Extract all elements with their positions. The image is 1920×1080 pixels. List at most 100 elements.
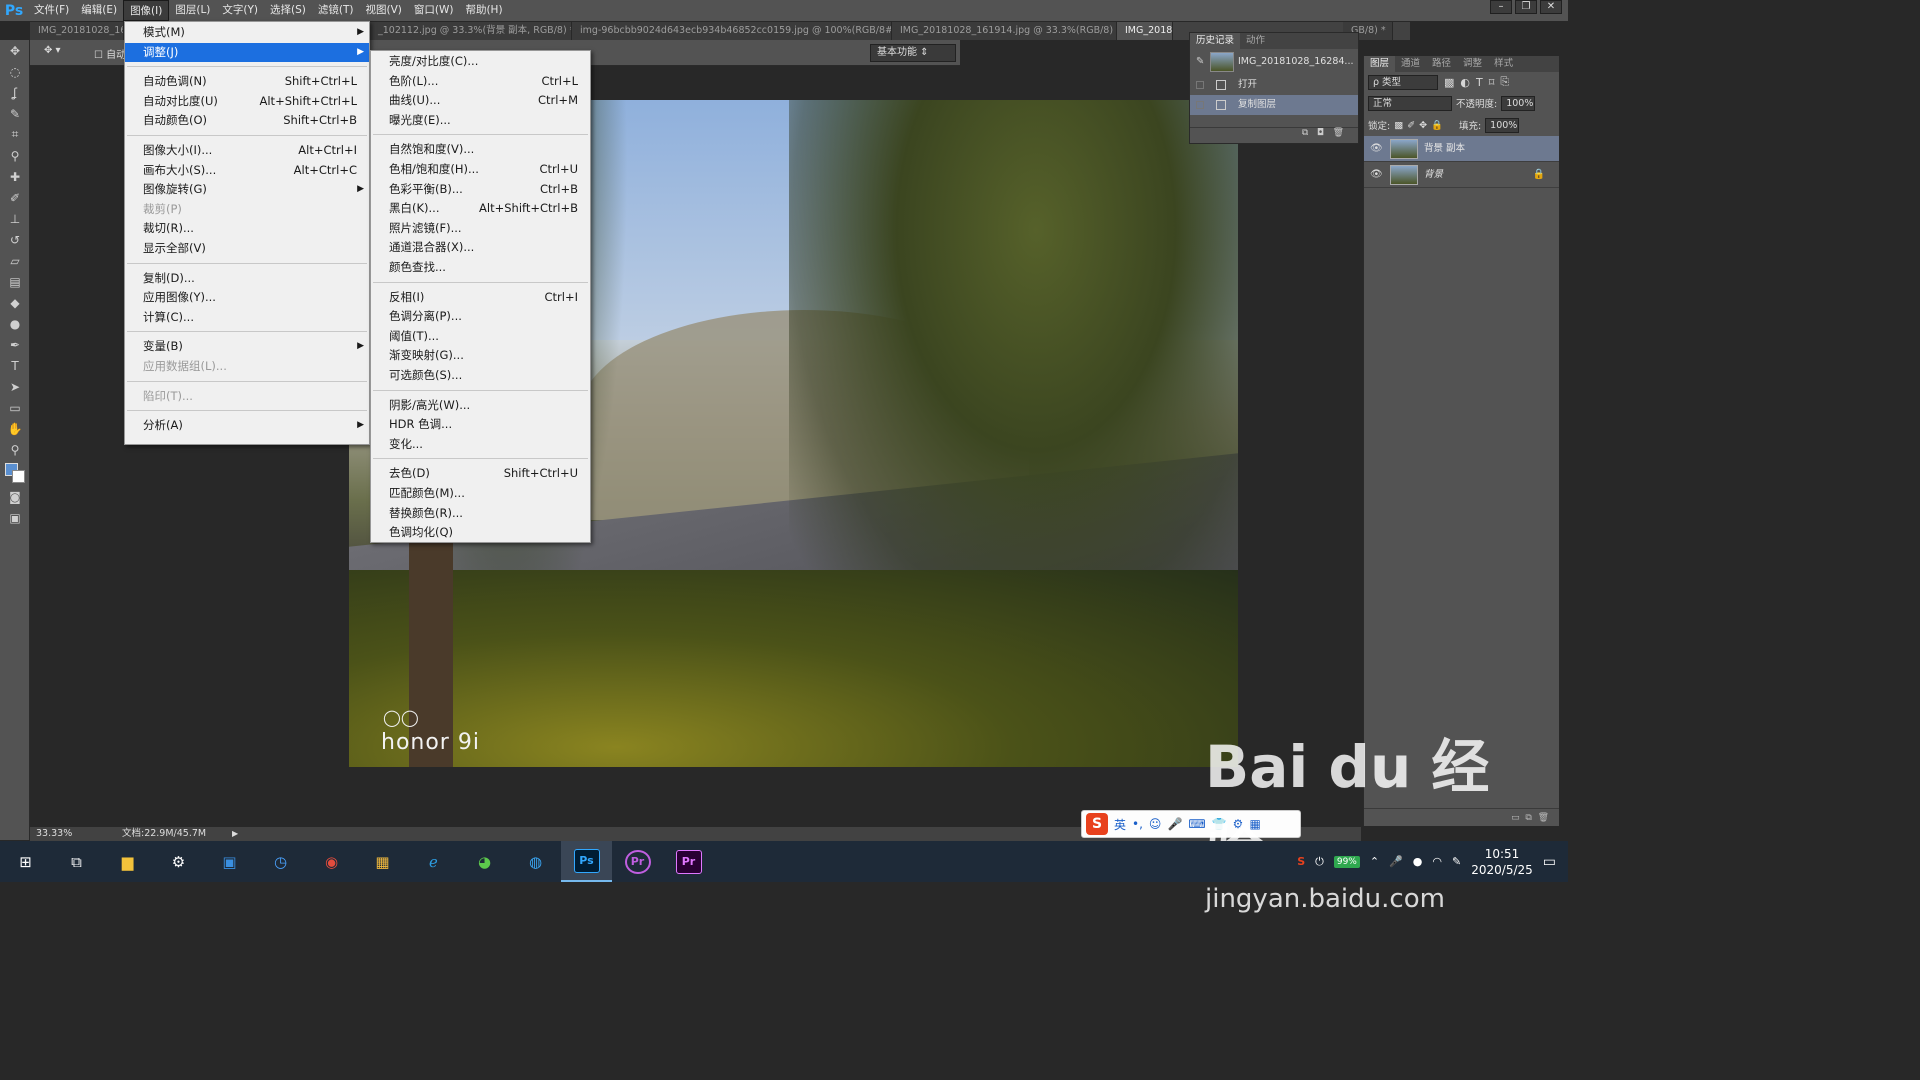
windows-start-icon[interactable]: ⊞ — [0, 841, 51, 882]
dodge-tool-icon[interactable]: ● — [0, 313, 30, 334]
filter-smart-icon[interactable]: ⎘ — [1500, 75, 1509, 89]
shape-tool-icon[interactable]: ▭ — [0, 397, 30, 418]
wechat-icon[interactable]: ◕ — [459, 841, 510, 882]
tab-history[interactable]: 历史记录 — [1190, 33, 1241, 49]
power-plug-icon[interactable]: ⏻ — [1315, 855, 1324, 869]
filter-adjust-icon[interactable]: ◐ — [1460, 76, 1470, 89]
menu-view[interactable]: 视图(V) — [359, 0, 407, 21]
adjust-menu-item[interactable]: 曝光度(E)... — [371, 111, 590, 131]
adjust-menu-item[interactable]: 阴影/高光(W)... — [371, 396, 590, 416]
restore-button[interactable]: ❐ — [1515, 0, 1537, 14]
doc-tab[interactable]: img-96bcbb9024d643ecb934b46852cc0159.jpg… — [572, 22, 892, 40]
brush-source-icon[interactable]: ✎ — [1196, 49, 1204, 67]
sogou-ime-logo[interactable]: S — [1086, 813, 1108, 835]
settings-gear-icon[interactable]: ⚙ — [153, 841, 204, 882]
tray-expand-chevron-icon[interactable]: ⌃ — [1370, 855, 1379, 868]
menu-image[interactable]: 图像(I) — [123, 0, 170, 21]
menu-type[interactable]: 文字(Y) — [216, 0, 264, 21]
color-swatches[interactable] — [0, 460, 30, 486]
menu-help[interactable]: 帮助(H) — [459, 0, 508, 21]
layer-row[interactable]: 👁 背景 副本 — [1364, 136, 1559, 162]
image-menu-item[interactable]: 变量(B) ▶ — [125, 337, 369, 357]
history-step[interactable]: 复制图层 — [1190, 95, 1358, 115]
image-menu-item[interactable]: 自动颜色(O) Shift+Ctrl+B — [125, 111, 369, 131]
zoom-level[interactable]: 33.33% — [36, 827, 72, 841]
adjust-menu-item[interactable]: 去色(D) Shift+Ctrl+U — [371, 464, 590, 484]
quick-select-tool-icon[interactable]: ✎ — [0, 103, 30, 124]
visibility-eye-icon[interactable]: 👁 — [1370, 136, 1383, 162]
image-menu-item[interactable]: 应用图像(Y)... — [125, 288, 369, 308]
adjust-menu-item[interactable]: 可选颜色(S)... — [371, 366, 590, 386]
microphone-icon[interactable]: 🎤 — [1389, 855, 1403, 868]
wifi-icon[interactable]: ◠ — [1432, 855, 1442, 868]
adjust-menu-item[interactable]: 替换颜色(R)... — [371, 504, 590, 524]
ime-toolbox-icon[interactable]: ▦ — [1249, 817, 1260, 831]
filter-pixel-icon[interactable]: ▩ — [1444, 76, 1454, 89]
ime-punct-icon[interactable]: •, — [1132, 817, 1143, 831]
hand-tool-icon[interactable]: ✋ — [0, 418, 30, 439]
battery-indicator[interactable]: 99% — [1333, 855, 1360, 868]
chrome-browser-icon[interactable]: ◉ — [306, 841, 357, 882]
adjust-menu-item[interactable]: 黑白(K)... Alt+Shift+Ctrl+B — [371, 199, 590, 219]
ime-skin-icon[interactable]: 👕 — [1212, 817, 1227, 831]
notification-center-icon[interactable]: ▭ — [1543, 854, 1556, 870]
image-menu-item[interactable]: 模式(M) ▶ — [125, 23, 369, 43]
trash-icon[interactable]: 🗑 — [1333, 128, 1344, 138]
tab-channels[interactable]: 通道 — [1395, 56, 1426, 72]
tab-styles[interactable]: 样式 — [1488, 56, 1519, 72]
blur-tool-icon[interactable]: ◆ — [0, 292, 30, 313]
taskbar-clock[interactable]: 10:51 2020/5/25 — [1471, 846, 1533, 878]
lock-pixels-icon[interactable]: ✐ — [1407, 120, 1415, 131]
type-tool-icon[interactable]: T — [0, 355, 30, 376]
premiere-taskbar-icon[interactable]: Pr — [663, 841, 714, 882]
zoom-tool-icon[interactable]: ⚲ — [0, 439, 30, 460]
gradient-tool-icon[interactable]: ▤ — [0, 271, 30, 292]
ime-keyboard-icon[interactable]: ⌨ — [1188, 817, 1205, 831]
premiere-circle-icon[interactable]: Pr — [612, 841, 663, 882]
adjust-menu-item[interactable]: 色彩平衡(B)... Ctrl+B — [371, 180, 590, 200]
lock-transparent-icon[interactable]: ▩ — [1394, 120, 1403, 131]
trash-icon[interactable]: 🗑 — [1538, 813, 1549, 823]
auto-select-checkbox[interactable]: ☐ 自动 — [94, 46, 126, 61]
filter-shape-icon[interactable]: ⌑ — [1489, 76, 1495, 89]
new-layer-icon[interactable]: ⧉ — [1525, 813, 1531, 823]
new-document-from-state-icon[interactable]: ⧉ — [1302, 128, 1308, 138]
crop-tool-icon[interactable]: ⌗ — [0, 124, 30, 145]
adjust-menu-item[interactable]: 渐变映射(G)... — [371, 346, 590, 366]
menu-edit[interactable]: 编辑(E) — [75, 0, 123, 21]
history-snapshot[interactable]: ✎ IMG_20181028_16284... — [1190, 49, 1358, 75]
image-menu-item[interactable]: 显示全部(V) — [125, 239, 369, 259]
move-tool-icon[interactable]: ✥ — [0, 40, 30, 61]
filter-type-icon[interactable]: T — [1476, 76, 1483, 89]
adjust-menu-item[interactable]: 匹配颜色(M)... — [371, 484, 590, 504]
menu-file[interactable]: 文件(F) — [28, 0, 75, 21]
tab-actions[interactable]: 动作 — [1240, 33, 1271, 49]
blend-mode-select[interactable]: 正常 — [1368, 95, 1452, 111]
image-menu-item[interactable]: 计算(C)... — [125, 308, 369, 328]
store-app-icon[interactable]: ▦ — [357, 841, 408, 882]
status-menu-arrow-icon[interactable]: ▶ — [232, 827, 238, 841]
stamp-tool-icon[interactable]: ⊥ — [0, 208, 30, 229]
image-menu-item[interactable]: 自动色调(N) Shift+Ctrl+L — [125, 72, 369, 92]
background-color[interactable] — [12, 470, 25, 483]
ime-settings-icon[interactable]: ⚙ — [1233, 817, 1244, 831]
marquee-tool-icon[interactable]: ◌ — [0, 61, 30, 82]
ime-emoji-icon[interactable]: ☺ — [1149, 817, 1162, 831]
ime-voice-icon[interactable]: 🎤 — [1167, 817, 1182, 831]
image-menu-item[interactable]: 图像旋转(G) ▶ — [125, 180, 369, 200]
adjust-menu-item[interactable]: 通道混合器(X)... — [371, 238, 590, 258]
ie-browser-icon[interactable]: ℯ — [408, 841, 459, 882]
adjust-menu-item[interactable]: 亮度/对比度(C)... — [371, 52, 590, 72]
opacity-input[interactable]: 100% — [1501, 95, 1536, 111]
layer-filter-select[interactable]: ρ 类型 — [1368, 74, 1438, 90]
pen-tool-icon[interactable]: ✒ — [0, 334, 30, 355]
healing-brush-tool-icon[interactable]: ✚ — [0, 166, 30, 187]
minimize-button[interactable]: – — [1490, 0, 1512, 14]
doc-tab-active[interactable]: IMG_20181028 — [1117, 22, 1173, 40]
menu-window[interactable]: 窗口(W) — [408, 0, 460, 21]
tab-adjustments[interactable]: 调整 — [1457, 56, 1488, 72]
lasso-tool-icon[interactable]: ʆ — [0, 82, 30, 103]
adjust-menu-item[interactable]: 色阶(L)... Ctrl+L — [371, 72, 590, 92]
adjust-menu-item[interactable]: 色相/饱和度(H)... Ctrl+U — [371, 160, 590, 180]
eraser-tool-icon[interactable]: ▱ — [0, 250, 30, 271]
